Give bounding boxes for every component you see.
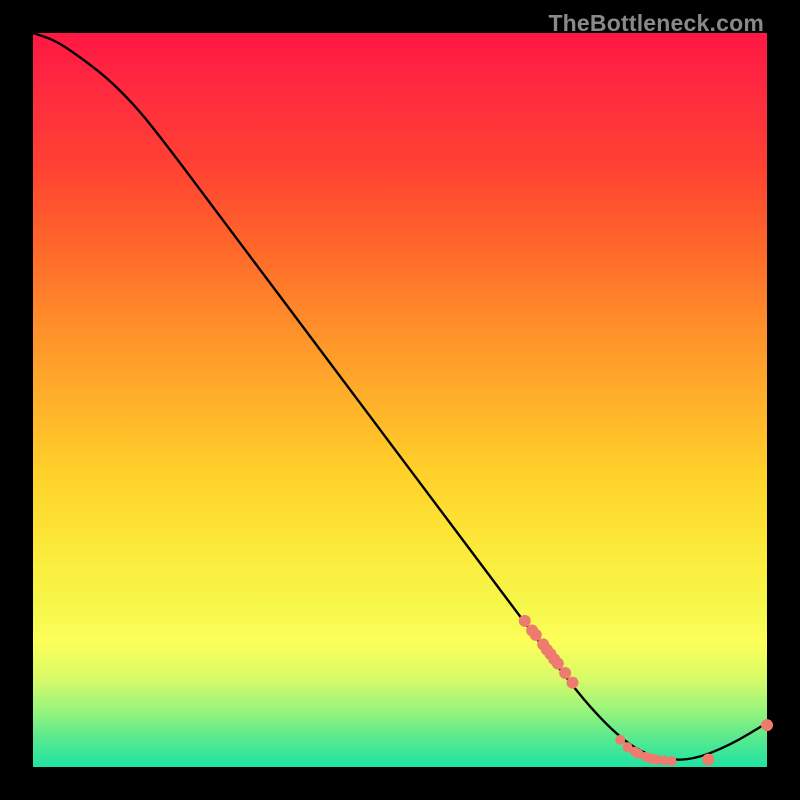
marker-point xyxy=(566,677,578,689)
marker-point xyxy=(559,667,571,679)
marker-point xyxy=(615,735,625,745)
watermark-text: TheBottleneck.com xyxy=(548,10,764,37)
bottleneck-curve xyxy=(33,33,767,760)
marker-point xyxy=(761,719,773,731)
marker-point xyxy=(530,629,542,641)
marker-point xyxy=(552,658,564,670)
marker-point xyxy=(702,754,714,766)
plot-area xyxy=(33,33,767,767)
marker-point xyxy=(519,615,531,627)
marker-point xyxy=(667,756,677,766)
chart-container: TheBottleneck.com xyxy=(0,0,800,800)
marker-points-group xyxy=(519,615,773,766)
chart-svg xyxy=(33,33,767,767)
